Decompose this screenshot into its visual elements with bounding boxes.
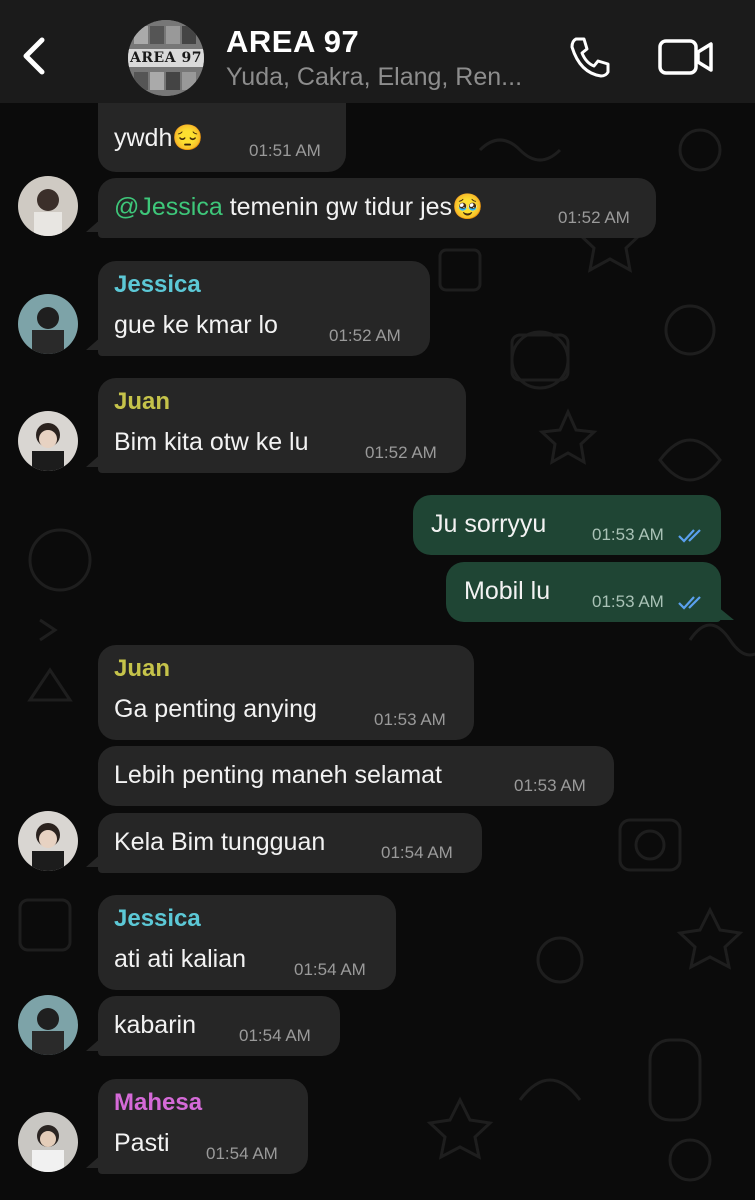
- message-time: 01:51 AM: [249, 141, 321, 160]
- read-receipt-icon: [678, 529, 701, 543]
- chat-members[interactable]: Yuda, Cakra, Elang, Ren...: [226, 63, 522, 92]
- message-time: 01:53 AM: [592, 525, 664, 544]
- phone-call-icon[interactable]: [568, 35, 612, 79]
- avatar[interactable]: [18, 294, 78, 354]
- message-time: 01:52 AM: [558, 208, 630, 227]
- message-text: ywdh😔: [114, 124, 204, 152]
- avatar[interactable]: [18, 411, 78, 471]
- message-time: 01:54 AM: [381, 843, 453, 862]
- message-text: ati ati kalian: [114, 945, 247, 973]
- sender-name: Juan: [114, 655, 171, 682]
- message-time: 01:54 AM: [239, 1026, 311, 1045]
- avatar[interactable]: [18, 1112, 78, 1172]
- avatar[interactable]: [18, 811, 78, 871]
- message-text: Mobil lu: [464, 577, 551, 605]
- group-avatar[interactable]: AREA 97: [128, 20, 204, 96]
- message-bubble[interactable]: kabarin 01:54 AM: [98, 996, 340, 1056]
- message-bubble[interactable]: Jessica gue ke kmar lo 01:52 AM: [98, 261, 430, 356]
- message-time: 01:53 AM: [374, 710, 446, 729]
- sender-name: Jessica: [114, 905, 201, 932]
- avatar[interactable]: [18, 176, 78, 236]
- message-text: Lebih penting maneh selamat: [114, 761, 443, 789]
- message-bubble[interactable]: Juan Bim kita otw ke lu 01:52 AM: [98, 378, 466, 473]
- message-bubble[interactable]: Jessica ati ati kalian 01:54 AM: [98, 895, 396, 990]
- message-text: @Jessica temenin gw tidur jes🥹: [114, 193, 484, 221]
- message-bubble[interactable]: Juan Ga penting anying 01:53 AM: [98, 645, 474, 740]
- message-text: Bim kita otw ke lu: [114, 428, 309, 456]
- chat-header: AREA 97 AREA 97 Yuda, Cakra, Elang, Ren.…: [0, 0, 755, 103]
- sender-name: Mahesa: [114, 1089, 203, 1116]
- sender-name: Jessica: [114, 271, 201, 298]
- video-call-icon[interactable]: [657, 36, 715, 78]
- read-receipt-icon: [678, 596, 701, 610]
- message-text: Ga penting anying: [114, 695, 317, 723]
- mention[interactable]: @Jessica: [114, 193, 223, 221]
- message-bubble[interactable]: Kela Bim tungguan 01:54 AM: [98, 813, 482, 873]
- group-avatar-text: AREA 97: [128, 49, 204, 67]
- message-time: 01:53 AM: [514, 776, 586, 795]
- chat-title[interactable]: AREA 97: [226, 24, 359, 60]
- message-text: Pasti: [114, 1129, 170, 1157]
- message-text: kabarin: [114, 1011, 196, 1039]
- message-time: 01:52 AM: [329, 326, 401, 345]
- message-time: 01:52 AM: [365, 443, 437, 462]
- message-text: Ju sorryyu: [431, 510, 547, 538]
- message-bubble[interactable]: Mahesa Pasti 01:54 AM: [98, 1079, 308, 1174]
- message-time: 01:54 AM: [294, 960, 366, 979]
- message-bubble[interactable]: @Jessica temenin gw tidur jes🥹 01:52 AM: [98, 178, 656, 238]
- back-arrow-icon[interactable]: [18, 34, 48, 78]
- message-text: Kela Bim tungguan: [114, 828, 326, 856]
- message-bubble[interactable]: Lebih penting maneh selamat 01:53 AM: [98, 746, 614, 806]
- message-text: gue ke kmar lo: [114, 311, 278, 339]
- message-time: 01:53 AM: [592, 592, 664, 611]
- message-bubble-outgoing[interactable]: Ju sorryyu 01:53 AM: [413, 495, 721, 555]
- sender-name: Juan: [114, 388, 171, 415]
- avatar[interactable]: [18, 995, 78, 1055]
- message-time: 01:54 AM: [206, 1144, 278, 1163]
- message-bubble-outgoing[interactable]: Mobil lu 01:53 AM: [446, 562, 721, 622]
